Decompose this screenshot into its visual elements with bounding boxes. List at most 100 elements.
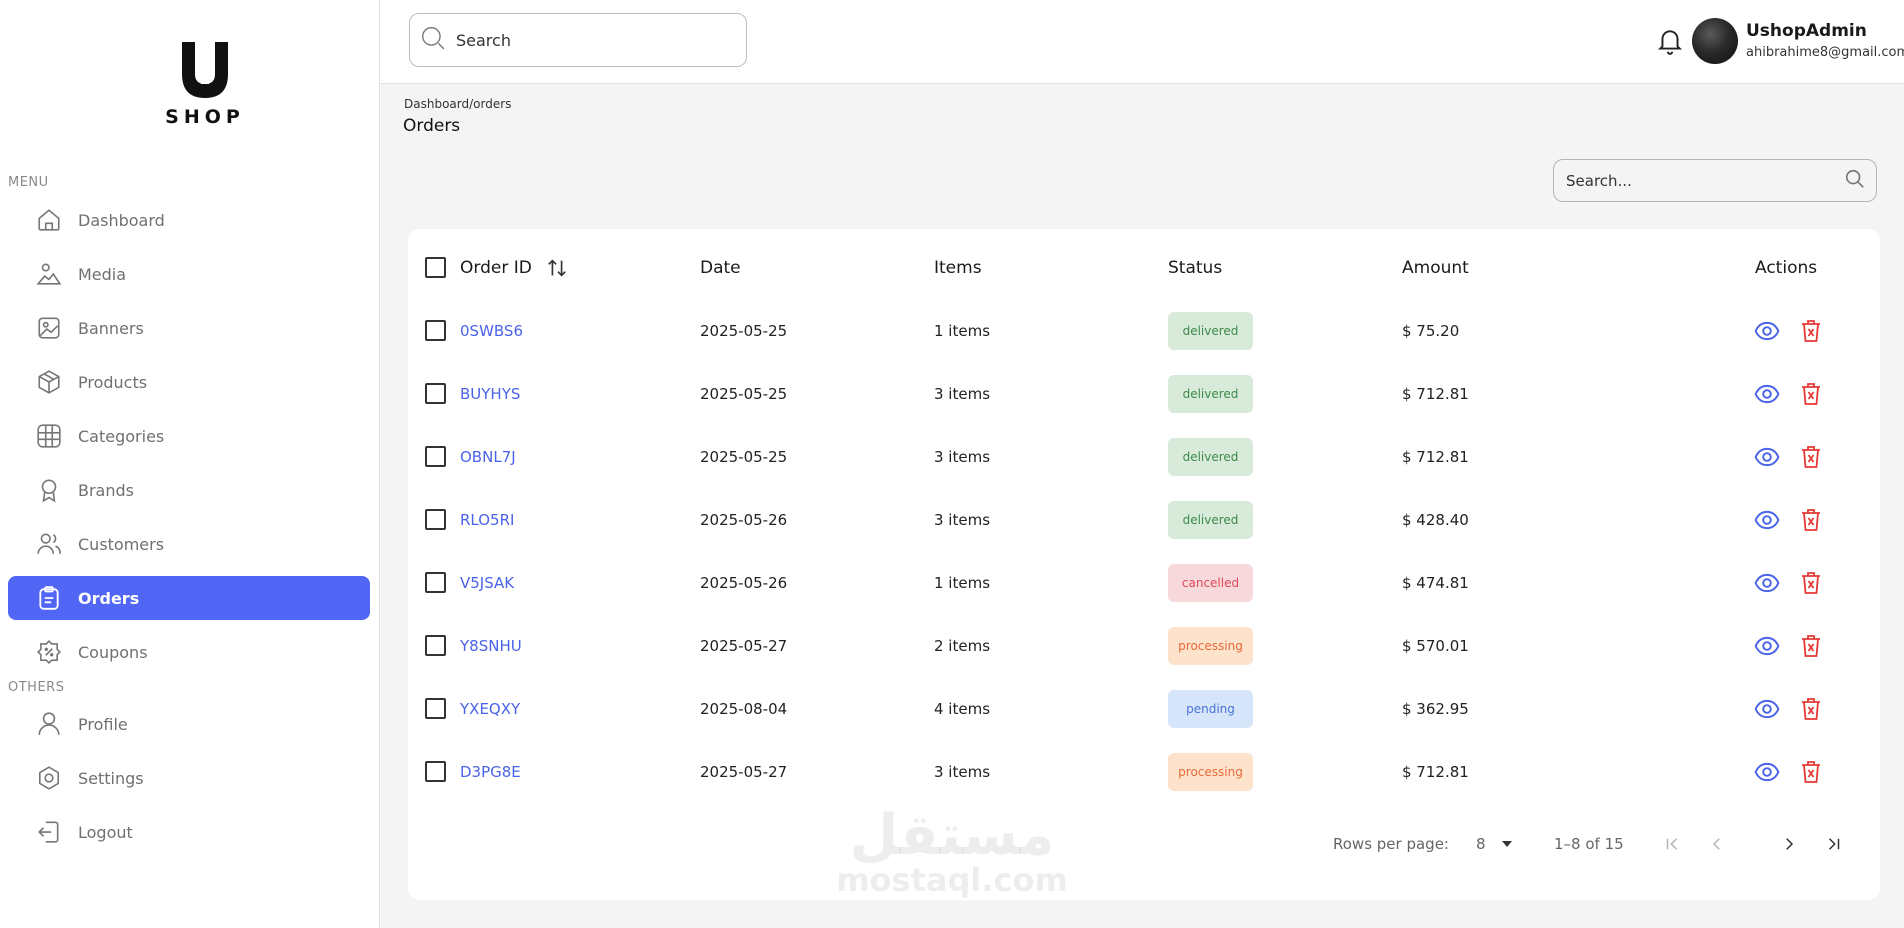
view-order-button[interactable] — [1753, 695, 1781, 723]
trash-icon — [1799, 570, 1823, 596]
table-row[interactable]: RLO5RI 2025-05-26 3 items delivered $ 428.40 — [408, 488, 1880, 551]
row-checkbox[interactable] — [425, 446, 446, 467]
order-id-link[interactable]: D3PG8E — [460, 740, 521, 803]
order-amount: $ 474.81 — [1402, 573, 1469, 592]
home-icon — [34, 205, 64, 235]
sidebar-item-products[interactable]: Products — [8, 360, 370, 404]
actions-cell — [1753, 740, 1825, 803]
order-items: 3 items — [934, 447, 991, 466]
last-page-button[interactable] — [1820, 830, 1848, 858]
sidebar-item-banners[interactable]: Banners — [8, 306, 370, 350]
delete-order-button[interactable] — [1797, 695, 1825, 723]
actions-cell — [1753, 362, 1825, 425]
avatar[interactable] — [1692, 18, 1738, 64]
row-checkbox[interactable] — [425, 383, 446, 404]
table-row[interactable]: OBNL7J 2025-05-25 3 items delivered $ 712.81 — [408, 425, 1880, 488]
sidebar-item-profile[interactable]: Profile — [8, 702, 370, 746]
sidebar-item-brands[interactable]: Brands — [8, 468, 370, 512]
table-row[interactable]: V5JSAK 2025-05-26 1 items cancelled $ 474.81 — [408, 551, 1880, 614]
trash-icon — [1799, 696, 1823, 722]
status-cell: processing — [1168, 614, 1253, 677]
first-page-button[interactable] — [1658, 830, 1686, 858]
row-checkbox[interactable] — [425, 635, 446, 656]
sidebar-item-dashboard[interactable]: Dashboard — [8, 198, 370, 242]
eye-icon — [1754, 507, 1780, 533]
view-order-button[interactable] — [1753, 632, 1781, 660]
eye-icon — [1754, 381, 1780, 407]
sort-icon[interactable] — [546, 257, 568, 279]
trash-icon — [1799, 381, 1823, 407]
delete-order-button[interactable] — [1797, 317, 1825, 345]
pagination-range: 1–8 of 15 — [1554, 835, 1624, 853]
sidebar-item-coupons[interactable]: Coupons — [8, 630, 370, 674]
sidebar-item-label: Settings — [78, 768, 144, 788]
previous-page-button[interactable] — [1703, 830, 1731, 858]
order-id-link[interactable]: Y8SNHU — [460, 614, 522, 677]
sidebar-item-orders[interactable]: Orders — [8, 576, 370, 620]
pagination: Rows per page: 8 1–8 of 15 — [408, 819, 1880, 869]
delete-order-button[interactable] — [1797, 443, 1825, 471]
bell-icon[interactable] — [1657, 27, 1683, 59]
select-all-checkbox[interactable] — [425, 257, 446, 278]
delete-order-button[interactable] — [1797, 569, 1825, 597]
order-amount: $ 428.40 — [1402, 510, 1469, 529]
trash-icon — [1799, 633, 1823, 659]
order-date: 2025-05-25 — [700, 447, 788, 466]
delete-order-button[interactable] — [1797, 758, 1825, 786]
view-order-button[interactable] — [1753, 569, 1781, 597]
sidebar-item-label: Banners — [78, 318, 144, 338]
status-cell: delivered — [1168, 425, 1253, 488]
order-id-link[interactable]: BUYHYS — [460, 362, 520, 425]
row-checkbox[interactable] — [425, 320, 446, 341]
sidebar-item-label: Media — [78, 264, 127, 284]
table-search-input[interactable] — [1566, 171, 1844, 190]
ushop-logo[interactable]: SHOP — [155, 40, 255, 128]
global-search-input[interactable] — [456, 30, 716, 50]
status-cell: cancelled — [1168, 551, 1253, 614]
order-date: 2025-05-25 — [700, 384, 788, 403]
row-checkbox[interactable] — [425, 698, 446, 719]
order-id-link[interactable]: RLO5RI — [460, 488, 514, 551]
table-row[interactable]: BUYHYS 2025-05-25 3 items delivered $ 712.81 — [408, 362, 1880, 425]
grid-icon — [34, 421, 64, 451]
row-checkbox[interactable] — [425, 509, 446, 530]
table-search[interactable] — [1553, 159, 1877, 202]
order-date: 2025-08-04 — [700, 699, 788, 718]
view-order-button[interactable] — [1753, 506, 1781, 534]
order-id-link[interactable]: OBNL7J — [460, 425, 516, 488]
order-id-link[interactable]: V5JSAK — [460, 551, 514, 614]
sidebar-item-categories[interactable]: Categories — [8, 414, 370, 458]
view-order-button[interactable] — [1753, 758, 1781, 786]
order-date: 2025-05-25 — [700, 321, 788, 340]
order-id-link[interactable]: 0SWBS6 — [460, 299, 523, 362]
next-page-button[interactable] — [1775, 830, 1803, 858]
view-order-button[interactable] — [1753, 443, 1781, 471]
sidebar-item-settings[interactable]: Settings — [8, 756, 370, 800]
page-title: Orders — [403, 116, 461, 136]
delete-order-button[interactable] — [1797, 380, 1825, 408]
view-order-button[interactable] — [1753, 380, 1781, 408]
row-checkbox[interactable] — [425, 761, 446, 782]
sidebar-item-media[interactable]: Media — [8, 252, 370, 296]
eye-icon — [1754, 570, 1780, 596]
table-row[interactable]: D3PG8E 2025-05-27 3 items processing $ 712.8… — [408, 740, 1880, 803]
order-id-link[interactable]: YXEQXY — [460, 677, 520, 740]
box-icon — [34, 367, 64, 397]
table-row[interactable]: 0SWBS6 2025-05-25 1 items delivered $ 75.20 — [408, 299, 1880, 362]
eye-icon — [1754, 318, 1780, 344]
rows-per-page-select[interactable]: 8 — [1476, 819, 1512, 869]
global-search[interactable] — [409, 13, 747, 67]
column-header-order-id[interactable]: Order ID — [460, 236, 568, 299]
table-row[interactable]: YXEQXY 2025-08-04 4 items pending $ 362.95 — [408, 677, 1880, 740]
view-order-button[interactable] — [1753, 317, 1781, 345]
column-header-date: Date — [700, 257, 741, 278]
table-row[interactable]: Y8SNHU 2025-05-27 2 items processing $ 570.0… — [408, 614, 1880, 677]
logout-icon — [34, 817, 64, 847]
sidebar-item-logout[interactable]: Logout — [8, 810, 370, 854]
sidebar-item-customers[interactable]: Customers — [8, 522, 370, 566]
status-badge: delivered — [1168, 437, 1253, 476]
row-checkbox[interactable] — [425, 572, 446, 593]
delete-order-button[interactable] — [1797, 632, 1825, 660]
delete-order-button[interactable] — [1797, 506, 1825, 534]
search-icon[interactable] — [1844, 168, 1866, 194]
